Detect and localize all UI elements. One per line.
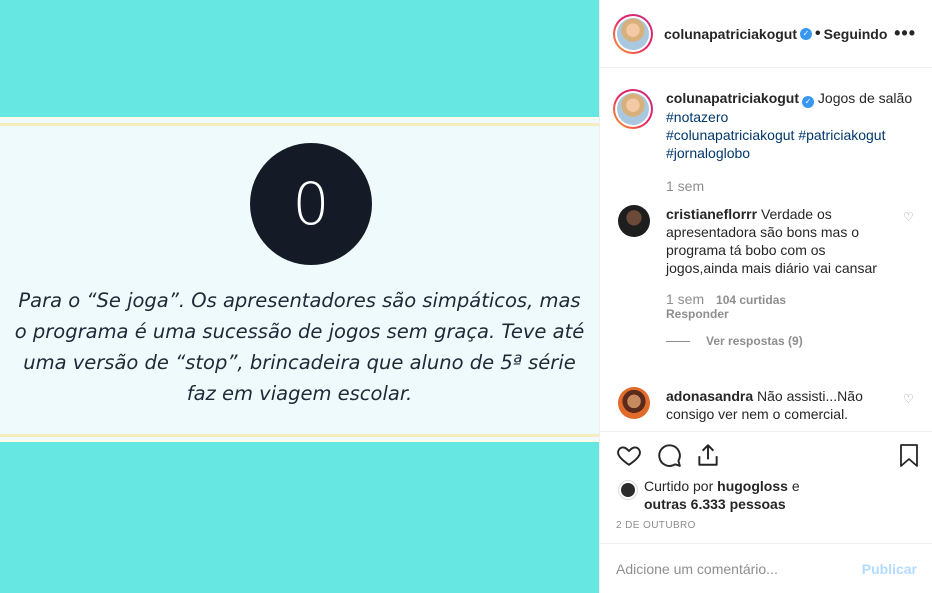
comment-bubble-icon[interactable] (656, 442, 682, 468)
verified-badge-icon: ✓ (800, 27, 813, 40)
comment-avatar[interactable] (618, 205, 650, 237)
comment-input[interactable] (616, 560, 862, 577)
like-heart-icon[interactable] (616, 442, 642, 468)
verified-badge-icon: ✓ (802, 96, 815, 108)
hashtag-link[interactable]: #patriciakogut (798, 127, 885, 143)
band-line-bottom (0, 434, 599, 437)
grade-badge: 0 (250, 143, 372, 265)
caption: colunapatriciakogut ✓ Jogos de salão #not… (613, 89, 923, 194)
post-image: 0 Para o “Se joga”. Os apresentadores sã… (0, 0, 599, 593)
comment-meta: 1 sem 104 curtidas Responder (666, 291, 923, 321)
more-options-icon[interactable]: ••• (894, 24, 916, 42)
share-icon[interactable] (695, 442, 721, 468)
comment-body: adonasandra Não assisti...Não consigo ve… (666, 387, 888, 423)
comments-list[interactable]: colunapatriciakogut ✓ Jogos de salão #not… (600, 69, 932, 431)
following-button[interactable]: Seguindo (824, 26, 888, 42)
caption-username[interactable]: colunapatriciakogut (666, 90, 799, 106)
post-header: colunapatriciakogut ✓ • Seguindo ••• (600, 0, 932, 68)
likes-count-link[interactable]: outras 6.333 pessoas (644, 496, 786, 512)
view-replies-button[interactable]: Ver respostas (9) (666, 334, 923, 348)
hashtag-link[interactable]: #notazero (666, 109, 728, 125)
replies-divider (666, 340, 690, 342)
comment-username[interactable]: cristianeflorrr (666, 206, 757, 222)
review-text: Para o “Se joga”. Os apresentadores são … (14, 289, 585, 405)
reply-button[interactable]: Responder (666, 307, 923, 321)
view-replies-label: Ver respostas (9) (706, 334, 803, 348)
liker-avatar[interactable] (618, 480, 638, 500)
comment-likes[interactable]: 104 curtidas (716, 293, 786, 307)
hashtag-link[interactable]: #jornaloglobo (666, 145, 750, 161)
band-border-top (0, 117, 599, 119)
comment-avatar[interactable] (618, 387, 650, 419)
caption-text: Jogos de salão (817, 90, 913, 106)
caption-avatar[interactable] (613, 89, 653, 129)
like-comment-heart-icon[interactable]: ♡ (903, 393, 915, 405)
publish-button[interactable]: Publicar (862, 561, 917, 577)
comment: cristianeflorrr Verdade os apresentadora… (613, 205, 923, 348)
caption-time[interactable]: 1 sem (666, 178, 704, 194)
liker-username[interactable]: hugogloss (717, 478, 788, 494)
post-actions: Curtido por hugogloss e outras 6.333 pes… (600, 431, 932, 543)
profile-photo (617, 17, 649, 50)
comment-body: cristianeflorrr Verdade os apresentadora… (666, 205, 888, 277)
like-comment-heart-icon[interactable]: ♡ (903, 211, 915, 223)
avatar[interactable] (613, 13, 653, 54)
action-bar (616, 442, 921, 470)
caption-body: colunapatriciakogut ✓ Jogos de salão #not… (666, 89, 923, 162)
post-panel: colunapatriciakogut ✓ • Seguindo ••• col… (599, 0, 932, 593)
save-bookmark-icon[interactable] (897, 442, 921, 468)
band-line-top (0, 123, 599, 126)
band-border-bottom (0, 440, 599, 442)
post-date[interactable]: 2 de outubro (616, 520, 696, 531)
comment-composer: Publicar (600, 543, 932, 593)
comment-username[interactable]: adonasandra (666, 388, 753, 404)
likes-prefix: Curtido por (644, 478, 714, 494)
comment: adonasandra Não assisti...Não consigo ve… (613, 387, 923, 423)
caption-meta: 1 sem (666, 178, 923, 194)
separator-dot: • (815, 24, 821, 42)
likes-summary: Curtido por hugogloss e outras 6.333 pes… (616, 477, 800, 513)
hashtag-link[interactable]: #colunapatriciakogut (666, 127, 794, 143)
likes-conj: e (791, 478, 800, 494)
comment-time[interactable]: 1 sem (666, 291, 704, 307)
header-username[interactable]: colunapatriciakogut (664, 26, 797, 42)
